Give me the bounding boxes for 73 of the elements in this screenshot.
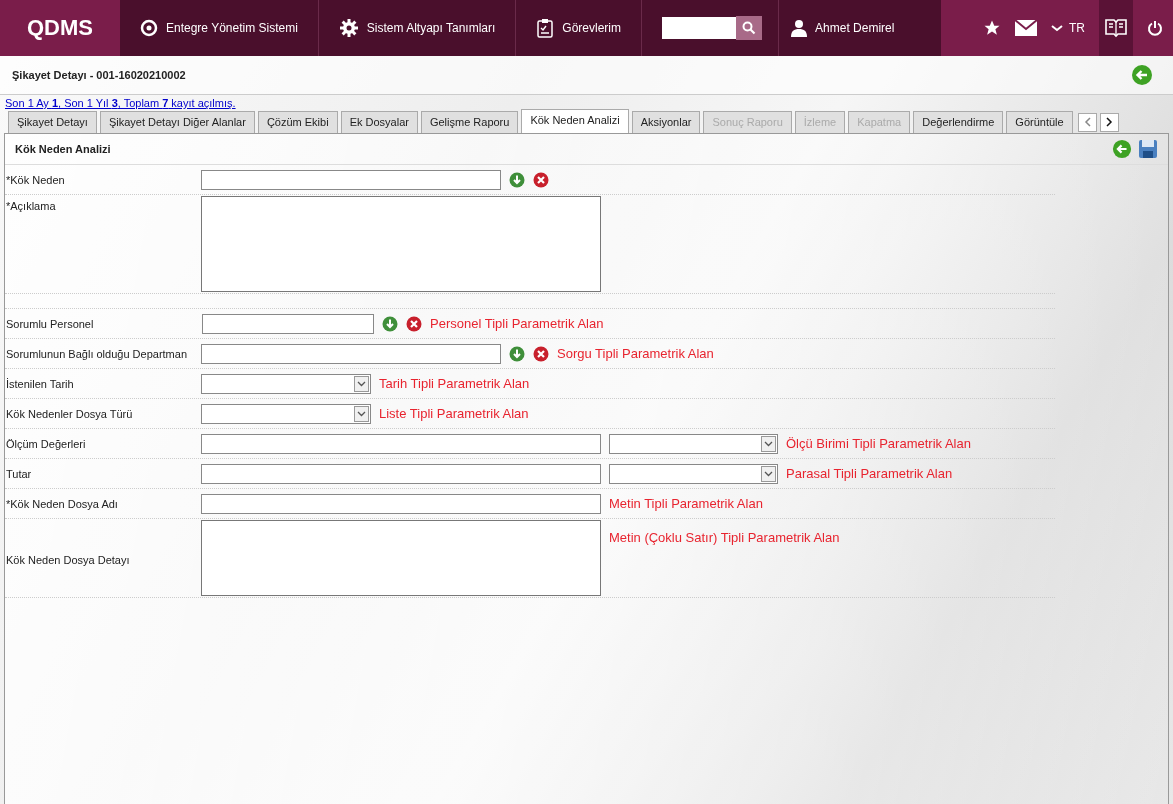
- field-label: Sorumlunun Bağlı olduğu Departman: [5, 347, 188, 360]
- field-label: *Kök Neden Dosya Adı: [5, 497, 119, 510]
- power-icon[interactable]: [1147, 20, 1163, 36]
- select-icon[interactable]: [509, 171, 525, 188]
- value-field[interactable]: [201, 463, 601, 484]
- chevron-left-icon: [1083, 117, 1091, 127]
- field-label: İstenilen Tarih: [5, 377, 75, 390]
- search-icon: [742, 21, 757, 35]
- user-name[interactable]: Ahmet Demirel: [815, 21, 895, 35]
- tab[interactable]: Gelişme Raporu: [420, 111, 519, 133]
- annotation-text: Personel Tipli Parametrik Alan: [430, 316, 604, 331]
- user-icon: [791, 19, 808, 37]
- section-title: Kök Neden Analizi: [15, 143, 111, 155]
- text-field[interactable]: [201, 493, 601, 514]
- search-field[interactable]: [662, 17, 737, 39]
- annotation-text: Sorgu Tipli Parametrik Alan: [557, 346, 714, 361]
- field-label: Ölçüm Değerleri: [5, 437, 87, 450]
- back-icon[interactable]: [1112, 139, 1132, 159]
- tab[interactable]: Kök Neden Analizi: [521, 109, 629, 133]
- select-icon[interactable]: [382, 315, 398, 332]
- field-label: *Açıklama: [5, 199, 57, 212]
- book-icon[interactable]: [1105, 18, 1127, 38]
- lookup-field[interactable]: [201, 169, 501, 190]
- search-button[interactable]: [736, 16, 763, 40]
- field-label: Tutar: [5, 467, 33, 480]
- value-field[interactable]: [201, 433, 601, 454]
- date-field[interactable]: [201, 373, 371, 394]
- chevron-right-icon: [1105, 117, 1113, 127]
- select-icon[interactable]: [509, 345, 525, 362]
- tab[interactable]: Şikayet Detayı Diğer Alanlar: [99, 111, 255, 133]
- nav-menu-item[interactable]: Görevlerim: [562, 21, 622, 35]
- app-logo[interactable]: QDMS: [0, 0, 120, 56]
- tab[interactable]: Değerlendirme: [913, 111, 1004, 133]
- dropdown-field[interactable]: [201, 403, 371, 424]
- unit-dropdown[interactable]: [609, 463, 778, 484]
- language-selector[interactable]: TR: [1069, 21, 1085, 35]
- gear-icon: [338, 18, 359, 38]
- tab[interactable]: Görüntüle: [1006, 111, 1073, 133]
- save-icon[interactable]: [1138, 139, 1158, 159]
- scroll-right-button[interactable]: [1099, 112, 1119, 132]
- annotation-text: Metin Tipli Parametrik Alan: [609, 496, 763, 511]
- field-label: Kök Neden Dosya Detayı: [5, 553, 131, 566]
- field-label: *Kök Neden: [5, 173, 66, 186]
- annotation-text: Metin (Çoklu Satır) Tipli Parametrik Alan: [609, 530, 840, 545]
- q-logo-icon: [140, 19, 158, 37]
- field-label: Sorumlu Personel: [5, 317, 95, 330]
- annotation-text: Ölçü Birimi Tipli Parametrik Alan: [786, 436, 971, 451]
- nav-menu-item[interactable]: Sistem Altyapı Tanımları: [366, 21, 496, 35]
- field-label: Kök Nedenler Dosya Türü: [5, 407, 134, 420]
- clear-icon[interactable]: [533, 345, 549, 362]
- mail-icon[interactable]: [1015, 20, 1037, 36]
- nav-menu-item[interactable]: Entegre Yönetim Sistemi: [166, 21, 298, 35]
- clipboard-icon: [536, 18, 555, 38]
- back-icon[interactable]: [1131, 64, 1153, 86]
- tab[interactable]: Aksiyonlar: [631, 111, 701, 133]
- tab[interactable]: Şikayet Detayı: [8, 111, 97, 133]
- unit-dropdown[interactable]: [609, 433, 778, 454]
- record-count-link[interactable]: Son 1 Ay 1, Son 1 Yıl 3, Toplam 7 kayıt açılmış.: [0, 95, 241, 109]
- clear-icon[interactable]: [533, 171, 549, 188]
- page-title: Şikayet Detayı - 001-16020210002: [12, 69, 186, 81]
- person-field[interactable]: [202, 313, 374, 334]
- annotation-text: Tarih Tipli Parametrik Alan: [379, 376, 530, 391]
- chevron-down-icon[interactable]: [1051, 24, 1063, 32]
- description-field[interactable]: [201, 196, 601, 292]
- tab[interactable]: Çözüm Ekibi: [257, 111, 338, 133]
- scroll-left-button[interactable]: [1077, 112, 1097, 132]
- annotation-text: Liste Tipli Parametrik Alan: [379, 406, 529, 421]
- tab[interactable]: Ek Dosyalar: [340, 111, 418, 133]
- star-icon[interactable]: [983, 19, 1001, 37]
- annotation-text: Parasal Tipli Parametrik Alan: [786, 466, 953, 481]
- multiline-field[interactable]: [201, 520, 601, 596]
- clear-icon[interactable]: [406, 315, 422, 332]
- lookup-field[interactable]: [201, 343, 501, 364]
